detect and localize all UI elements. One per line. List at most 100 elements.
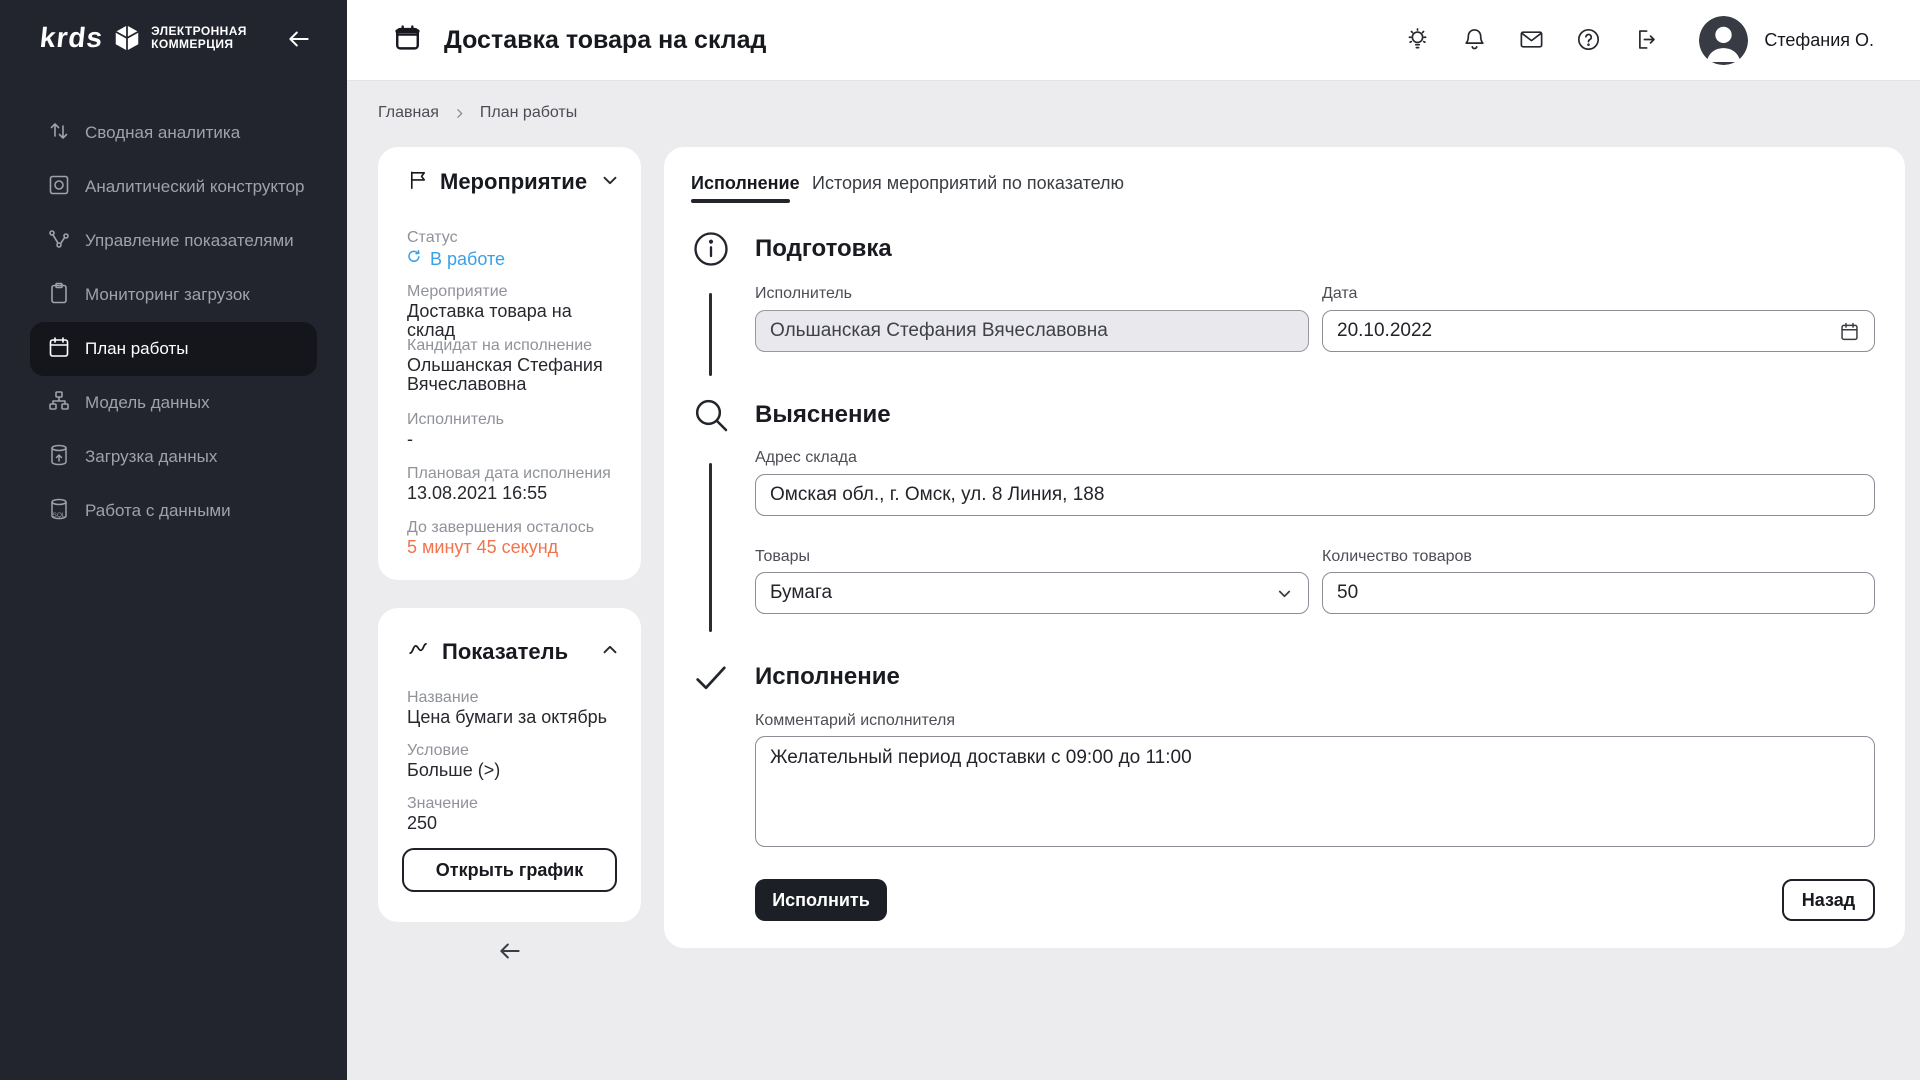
step-connector-line bbox=[709, 463, 712, 632]
indicator-name-value: Цена бумаги за октябрь bbox=[407, 708, 616, 727]
sidebar-item-label: Управление показателями bbox=[85, 231, 294, 251]
indicator-name-label: Название bbox=[407, 689, 479, 707]
goods-label: Товары bbox=[755, 548, 810, 566]
remaining-label: До завершения осталось bbox=[407, 519, 594, 537]
logout-button[interactable] bbox=[1631, 26, 1659, 54]
back-button[interactable]: Назад bbox=[1782, 879, 1875, 921]
mail-icon bbox=[1518, 41, 1545, 56]
chevron-down-icon[interactable] bbox=[599, 169, 621, 196]
goods-select[interactable]: Бумага bbox=[755, 572, 1309, 614]
page-calendar-icon bbox=[393, 23, 422, 57]
bell-icon bbox=[1461, 41, 1488, 56]
help-button[interactable] bbox=[1574, 26, 1602, 54]
avatar[interactable] bbox=[1699, 16, 1748, 65]
value-label: Значение bbox=[407, 795, 478, 813]
status-label: Статус bbox=[407, 229, 458, 247]
section-title-preparation: Подготовка bbox=[755, 235, 892, 263]
arrow-left-icon bbox=[497, 952, 523, 967]
sidebar-nav: Сводная аналитика Аналитический конструк… bbox=[30, 106, 317, 538]
calendar-icon bbox=[47, 335, 71, 364]
date-input[interactable]: 20.10.2022 bbox=[1322, 310, 1875, 352]
chevron-right-icon bbox=[453, 107, 466, 120]
candidate-value: Ольшанская Стефания Вячеславовна bbox=[407, 356, 616, 394]
sidebar-item-analytic-constructor[interactable]: Аналитический конструктор bbox=[30, 160, 317, 214]
indicator-card-header: Показатель bbox=[407, 637, 621, 667]
executor-comment-label: Комментарий исполнителя bbox=[755, 712, 955, 730]
sidebar-item-label: Загрузка данных bbox=[85, 447, 217, 467]
warehouse-address-input[interactable] bbox=[755, 474, 1875, 516]
sidebar-item-data-model[interactable]: Модель данных bbox=[30, 376, 317, 430]
sidebar-item-work-plan[interactable]: План работы bbox=[30, 322, 317, 376]
sidebar-item-label: Мониторинг загрузок bbox=[85, 285, 250, 305]
step-connector-line bbox=[709, 293, 712, 376]
cube-icon bbox=[112, 23, 142, 53]
sidebar-item-load-monitoring[interactable]: Мониторинг загрузок bbox=[30, 268, 317, 322]
sidebar-item-label: Работа с данными bbox=[85, 501, 231, 521]
refresh-icon bbox=[405, 248, 423, 271]
nodes-icon bbox=[47, 227, 71, 256]
open-chart-button[interactable]: Открыть график bbox=[402, 848, 617, 892]
sidebar-item-label: Аналитический конструктор bbox=[85, 177, 305, 197]
question-icon bbox=[1575, 41, 1602, 56]
ideas-button[interactable] bbox=[1403, 26, 1431, 54]
goods-quantity-input[interactable] bbox=[1322, 572, 1875, 614]
notifications-button[interactable] bbox=[1460, 26, 1488, 54]
svg-text:SQL: SQL bbox=[52, 512, 65, 519]
warehouse-address-label: Адрес склада bbox=[755, 449, 857, 467]
flag-icon bbox=[407, 168, 430, 196]
topbar-actions bbox=[1403, 26, 1659, 54]
app-root: krds ЭЛЕКТРОННАЯ КОММЕРЦИЯ Сводная анали… bbox=[0, 0, 1920, 1080]
database-upload-icon bbox=[47, 443, 71, 472]
condition-label: Условие bbox=[407, 742, 469, 760]
sidebar-item-data-upload[interactable]: Загрузка данных bbox=[30, 430, 317, 484]
executor-value: - bbox=[407, 430, 616, 449]
arrows-up-down-icon bbox=[47, 119, 71, 148]
logo: krds ЭЛЕКТРОННАЯ КОММЕРЦИЯ bbox=[40, 22, 247, 54]
date-picker-icon[interactable] bbox=[1839, 321, 1860, 342]
chevron-down-icon bbox=[1275, 584, 1294, 603]
sidebar-item-label: Модель данных bbox=[85, 393, 210, 413]
planned-date-value: 13.08.2021 16:55 bbox=[407, 484, 616, 503]
check-icon bbox=[691, 657, 731, 697]
user-name[interactable]: Стефания О. bbox=[1764, 30, 1874, 51]
date-value: 20.10.2022 bbox=[1337, 320, 1432, 342]
lightbulb-icon bbox=[1404, 41, 1431, 56]
breadcrumb: Главная План работы bbox=[378, 104, 577, 122]
logo-caption: ЭЛЕКТРОННАЯ КОММЕРЦИЯ bbox=[151, 25, 247, 51]
planned-date-label: Плановая дата исполнения bbox=[407, 465, 611, 483]
executor-comment-textarea[interactable]: Желательный период доставки с 09:00 до 1… bbox=[755, 736, 1875, 847]
back-arrow-button[interactable] bbox=[496, 938, 524, 966]
arrow-left-icon bbox=[286, 40, 312, 55]
section-title-clarification: Выяснение bbox=[755, 401, 891, 429]
mail-button[interactable] bbox=[1517, 26, 1545, 54]
event-card: Мероприятие Статус В работе Мероприятие … bbox=[378, 147, 641, 580]
sidebar-item-label: План работы bbox=[85, 339, 188, 359]
event-card-title: Мероприятие bbox=[440, 169, 587, 195]
event-card-header: Мероприятие bbox=[407, 168, 621, 196]
section-title-execution: Исполнение bbox=[755, 663, 900, 691]
sidebar: krds ЭЛЕКТРОННАЯ КОММЕРЦИЯ Сводная анали… bbox=[0, 0, 347, 1080]
executor-input[interactable] bbox=[755, 310, 1309, 352]
tab-execution[interactable]: Исполнение bbox=[691, 173, 800, 194]
sidebar-collapse-button[interactable] bbox=[285, 26, 313, 54]
chart-line-icon bbox=[407, 637, 432, 667]
logo-caption-line2: КОММЕРЦИЯ bbox=[151, 38, 247, 51]
execute-button[interactable]: Исполнить bbox=[755, 879, 887, 921]
chevron-up-icon[interactable] bbox=[599, 639, 621, 666]
executor-field-label: Исполнитель bbox=[755, 285, 852, 303]
indicator-card: Показатель Название Цена бумаги за октяб… bbox=[378, 608, 641, 922]
search-icon bbox=[691, 395, 731, 435]
sidebar-item-indicator-management[interactable]: Управление показателями bbox=[30, 214, 317, 268]
database-sql-icon: SQL bbox=[47, 497, 71, 526]
main-panel: Исполнение История мероприятий по показа… bbox=[664, 147, 1905, 948]
info-circle-icon bbox=[691, 229, 731, 269]
indicator-card-title: Показатель bbox=[442, 639, 568, 665]
date-field-label: Дата bbox=[1322, 285, 1357, 303]
tab-history[interactable]: История мероприятий по показателю bbox=[812, 173, 1124, 194]
sidebar-item-data-work[interactable]: SQL Работа с данными bbox=[30, 484, 317, 538]
logo-brand-text: krds bbox=[38, 22, 105, 54]
sidebar-item-summary-analytics[interactable]: Сводная аналитика bbox=[30, 106, 317, 160]
event-value: Доставка товара на склад bbox=[407, 302, 616, 340]
breadcrumb-home[interactable]: Главная bbox=[378, 104, 439, 122]
frame-circle-icon bbox=[47, 173, 71, 202]
